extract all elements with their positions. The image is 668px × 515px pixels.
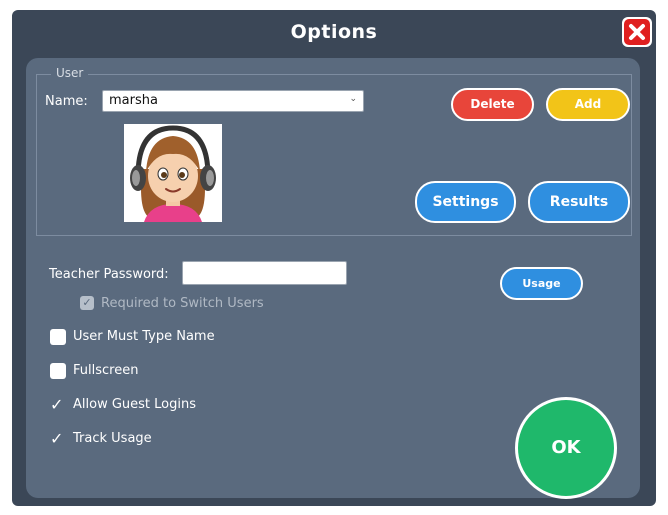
options-panel: User Name: marsha ⌄ Delete Add Settings … xyxy=(26,58,640,499)
fullscreen-label: Fullscreen xyxy=(73,363,139,378)
required-switch-users-label: Required to Switch Users xyxy=(101,296,264,311)
ok-button[interactable]: OK xyxy=(515,397,617,499)
add-button[interactable]: Add xyxy=(546,88,630,121)
avatar xyxy=(124,124,222,222)
user-select-value: marsha xyxy=(109,93,158,108)
name-label: Name: xyxy=(45,94,88,109)
settings-button[interactable]: Settings xyxy=(415,181,516,223)
chevron-down-icon: ⌄ xyxy=(349,94,357,104)
teacher-password-input[interactable] xyxy=(182,261,347,285)
usage-button[interactable]: Usage xyxy=(500,267,583,300)
user-group-legend: User xyxy=(51,66,89,80)
required-switch-users-checkbox[interactable]: ✓ xyxy=(80,296,94,310)
title-bar: Options xyxy=(12,10,656,56)
user-select[interactable]: marsha ⌄ xyxy=(102,90,364,112)
user-group: User Name: marsha ⌄ Delete Add Settings … xyxy=(36,66,632,236)
delete-button[interactable]: Delete xyxy=(451,88,534,121)
user-must-type-name-label: User Must Type Name xyxy=(73,329,215,344)
results-button[interactable]: Results xyxy=(528,181,630,223)
close-icon xyxy=(624,19,650,45)
user-must-type-name-checkbox[interactable] xyxy=(50,329,66,345)
fullscreen-checkbox[interactable] xyxy=(50,363,66,379)
teacher-password-label: Teacher Password: xyxy=(49,267,169,282)
track-usage-label: Track Usage xyxy=(73,431,152,446)
allow-guest-logins-label: Allow Guest Logins xyxy=(73,397,196,412)
dialog-title: Options xyxy=(290,21,378,43)
close-button[interactable] xyxy=(622,17,652,47)
girl-headphones-icon xyxy=(124,124,222,222)
track-usage-checkbox[interactable]: ✓ xyxy=(50,431,63,447)
options-dialog: Options User Name: marsha ⌄ Delete Add S… xyxy=(12,10,656,506)
allow-guest-logins-checkbox[interactable]: ✓ xyxy=(50,397,63,413)
